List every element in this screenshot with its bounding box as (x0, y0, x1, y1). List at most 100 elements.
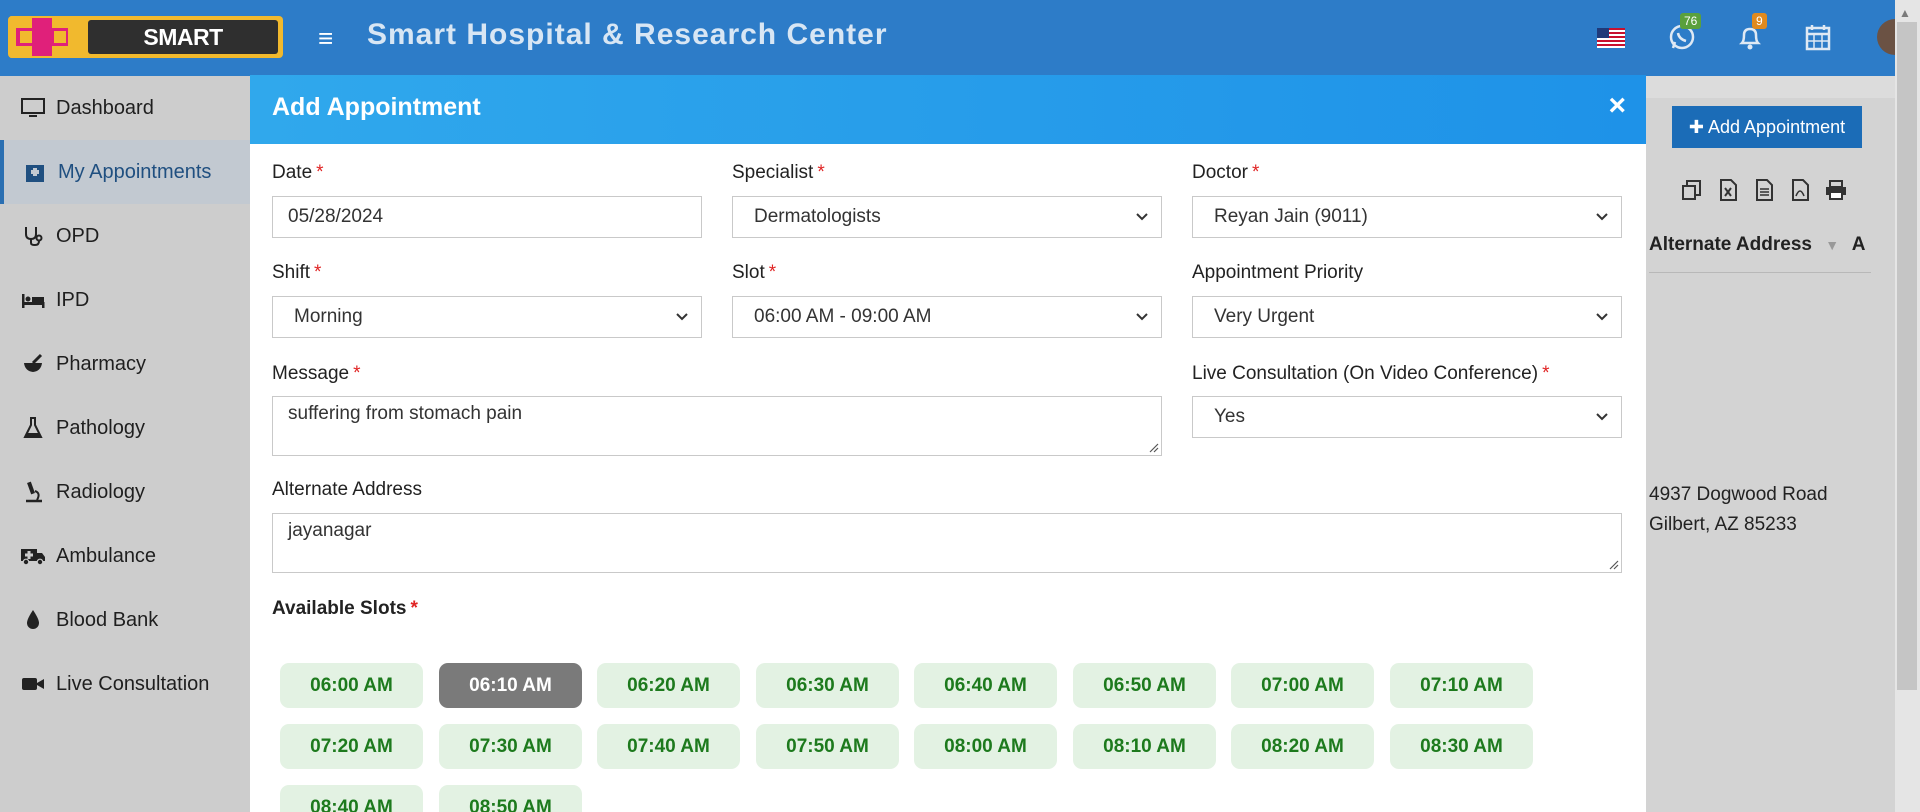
sidebar-item-my-appointments[interactable]: My Appointments (0, 140, 254, 204)
whatsapp-badge: 76 (1680, 13, 1702, 29)
sidebar-item-label: Dashboard (56, 96, 154, 119)
date-input[interactable]: 05/28/2024 (272, 196, 702, 238)
sidebar-item-ambulance[interactable]: Ambulance (0, 524, 250, 588)
table-cell-address: 4937 Dogwood Road Gilbert, AZ 85233 (1649, 484, 1828, 535)
chevron-down-icon (1136, 313, 1148, 321)
time-slot-button[interactable]: 08:30 AM (1390, 724, 1533, 769)
time-slot-button[interactable]: 07:00 AM (1231, 663, 1374, 708)
sidebar-item-label: OPD (56, 224, 100, 247)
slot-select[interactable]: 06:00 AM - 09:00 AM (732, 296, 1162, 338)
excel-icon[interactable] (1716, 178, 1740, 202)
sidebar-item-label: Radiology (56, 480, 145, 503)
add-appointment-button[interactable]: ✚ Add Appointment (1672, 106, 1862, 148)
chevron-down-icon (1596, 413, 1608, 421)
sidebar: Dashboard My Appointments OPD IPD Pharma… (0, 76, 254, 812)
sidebar-item-pharmacy[interactable]: Pharmacy (0, 332, 250, 396)
table-header-divider (1649, 272, 1871, 273)
sidebar-item-label: My Appointments (58, 160, 212, 183)
time-slot-button[interactable]: 06:00 AM (280, 663, 423, 708)
monitor-icon (20, 95, 46, 121)
available-slots-label: Available Slots * (272, 598, 418, 619)
sidebar-item-label: Blood Bank (56, 608, 159, 631)
sidebar-item-label: Pathology (56, 416, 145, 439)
plus-icon: ✚ (1688, 117, 1704, 137)
flask-icon (20, 415, 46, 441)
sidebar-item-label: Live Consultation (56, 672, 210, 695)
stethoscope-icon (20, 223, 46, 249)
calendar-icon[interactable] (1802, 21, 1834, 53)
time-slot-button[interactable]: 06:30 AM (756, 663, 899, 708)
time-slot-button[interactable]: 08:10 AM (1073, 724, 1216, 769)
site-title: Smart Hospital & Research Center (367, 18, 888, 51)
doctor-select[interactable]: Reyan Jain (9011) (1192, 196, 1622, 238)
time-slot-button[interactable]: 07:20 AM (280, 724, 423, 769)
video-camera-icon (20, 671, 46, 697)
sidebar-item-label: IPD (56, 288, 90, 311)
resize-handle-icon[interactable] (1147, 441, 1159, 453)
logo-text: SMART HOSPITAL (88, 20, 278, 54)
hospital-building-icon (22, 159, 48, 185)
time-slot-button[interactable]: 06:10 AM (439, 663, 582, 708)
time-slot-button[interactable]: 08:50 AM (439, 785, 582, 812)
add-appointment-modal: Add Appointment × Date * 05/28/2024 Speci… (250, 75, 1646, 812)
time-slot-button[interactable]: 06:50 AM (1073, 663, 1216, 708)
sidebar-item-pathology[interactable]: Pathology (0, 396, 250, 460)
scrollbar-thumb[interactable] (1897, 22, 1917, 690)
notification-badge: 9 (1752, 13, 1767, 29)
date-label: Date * (272, 162, 324, 183)
slot-label: Slot * (732, 262, 777, 283)
specialist-label: Specialist * (732, 162, 825, 183)
priority-select[interactable]: Very Urgent (1192, 296, 1622, 338)
sidebar-item-dashboard[interactable]: Dashboard (0, 76, 250, 140)
alternate-address-textarea[interactable]: jayanagar (272, 513, 1622, 573)
column-header-alternate-address[interactable]: Alternate Address ▼ A (1649, 234, 1865, 256)
time-slot-button[interactable]: 07:30 AM (439, 724, 582, 769)
mortar-pestle-icon (20, 351, 46, 377)
time-slot-button[interactable]: 08:00 AM (914, 724, 1057, 769)
message-label: Message * (272, 363, 361, 384)
sidebar-item-opd[interactable]: OPD (0, 204, 250, 268)
time-slot-button[interactable]: 07:50 AM (756, 724, 899, 769)
chevron-down-icon (1596, 313, 1608, 321)
resize-handle-icon[interactable] (1607, 558, 1619, 570)
close-icon[interactable]: × (1608, 89, 1626, 123)
time-slot-button[interactable]: 07:40 AM (597, 724, 740, 769)
time-slot-button[interactable]: 08:40 AM (280, 785, 423, 812)
appointments-panel (1646, 98, 1906, 812)
modal-header: Add Appointment × (250, 75, 1646, 144)
bed-icon (20, 287, 46, 313)
scroll-up-arrow-icon[interactable]: ▲ (1899, 6, 1911, 20)
message-textarea[interactable]: suffering from stomach pain (272, 396, 1162, 456)
time-slot-button[interactable]: 06:40 AM (914, 663, 1057, 708)
pdf-icon[interactable] (1788, 178, 1812, 202)
menu-toggle-icon[interactable]: ≡ (318, 24, 342, 52)
ambulance-icon (20, 543, 46, 569)
live-consultation-label: Live Consultation (On Video Conference) * (1192, 363, 1550, 384)
copy-icon[interactable] (1680, 178, 1704, 202)
hospital-logo[interactable]: SMART HOSPITAL (8, 16, 283, 58)
medical-cross-icon (10, 16, 78, 58)
chevron-down-icon (1596, 213, 1608, 221)
alternate-address-label: Alternate Address (272, 479, 422, 500)
chevron-down-icon (1136, 213, 1148, 221)
time-slot-button[interactable]: 07:10 AM (1390, 663, 1533, 708)
shift-select[interactable]: Morning (272, 296, 702, 338)
top-navbar: SMART HOSPITAL ≡ Smart Hospital & Resear… (0, 0, 1920, 76)
sidebar-item-live-consultation[interactable]: Live Consultation (0, 652, 250, 716)
priority-label: Appointment Priority (1192, 262, 1364, 283)
sidebar-item-radiology[interactable]: Radiology (0, 460, 250, 524)
specialist-select[interactable]: Dermatologists (732, 196, 1162, 238)
sidebar-item-ipd[interactable]: IPD (0, 268, 250, 332)
us-flag-icon[interactable] (1597, 28, 1625, 48)
doctor-label: Doctor * (1192, 162, 1260, 183)
add-appointment-label: Add Appointment (1708, 117, 1846, 137)
live-consultation-select[interactable]: Yes (1192, 396, 1622, 438)
print-icon[interactable] (1824, 178, 1848, 202)
time-slot-button[interactable]: 08:20 AM (1231, 724, 1374, 769)
chevron-down-icon (676, 313, 688, 321)
shift-label: Shift * (272, 262, 322, 283)
time-slot-button[interactable]: 06:20 AM (597, 663, 740, 708)
export-toolbar (1680, 178, 1848, 202)
csv-icon[interactable] (1752, 178, 1776, 202)
sidebar-item-blood-bank[interactable]: Blood Bank (0, 588, 250, 652)
